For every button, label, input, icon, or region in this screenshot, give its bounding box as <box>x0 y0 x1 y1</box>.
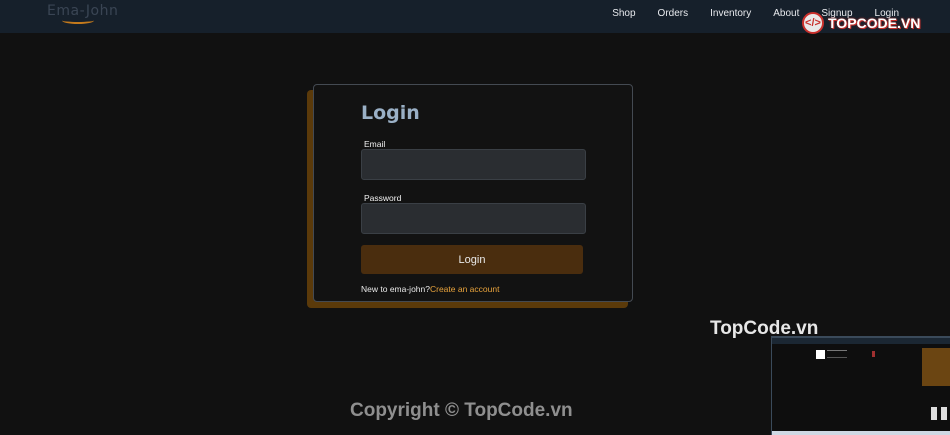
email-label: Email <box>364 139 386 149</box>
watermark-badge: </> TOPCODE.VN <box>802 12 920 34</box>
nav-link-about[interactable]: About <box>773 8 799 19</box>
code-icon: </> <box>802 12 824 34</box>
thumbnail-header <box>772 338 950 344</box>
thumbnail-image <box>816 350 825 359</box>
thumbnail-button <box>941 407 947 420</box>
thumbnail-panel <box>922 348 950 386</box>
password-field[interactable] <box>361 203 586 234</box>
logo-smile-icon <box>62 17 94 24</box>
copyright: Copyright © TopCode.vn <box>350 400 573 421</box>
thumbnail-footer <box>772 431 950 435</box>
nav-link-orders[interactable]: Orders <box>658 8 689 19</box>
nav-link-inventory[interactable]: Inventory <box>710 8 751 19</box>
screenshot-thumbnail[interactable] <box>771 336 950 435</box>
email-field[interactable] <box>361 149 586 180</box>
signup-prompt: New to ema-john? <box>361 284 430 294</box>
thumbnail-button <box>931 407 937 420</box>
login-title: Login <box>361 102 420 124</box>
create-account-link[interactable]: Create an account <box>430 284 499 294</box>
nav-link-shop[interactable]: Shop <box>612 8 635 19</box>
password-label: Password <box>364 193 402 203</box>
signup-line: New to ema-john?Create an account <box>361 284 499 294</box>
thumbnail-marker <box>872 351 875 357</box>
login-button[interactable]: Login <box>361 245 583 274</box>
watermark-badge-text: TOPCODE.VN <box>828 15 921 31</box>
login-card: Login Email Password Login New to ema-jo… <box>313 84 633 302</box>
thumbnail-text <box>827 350 847 358</box>
